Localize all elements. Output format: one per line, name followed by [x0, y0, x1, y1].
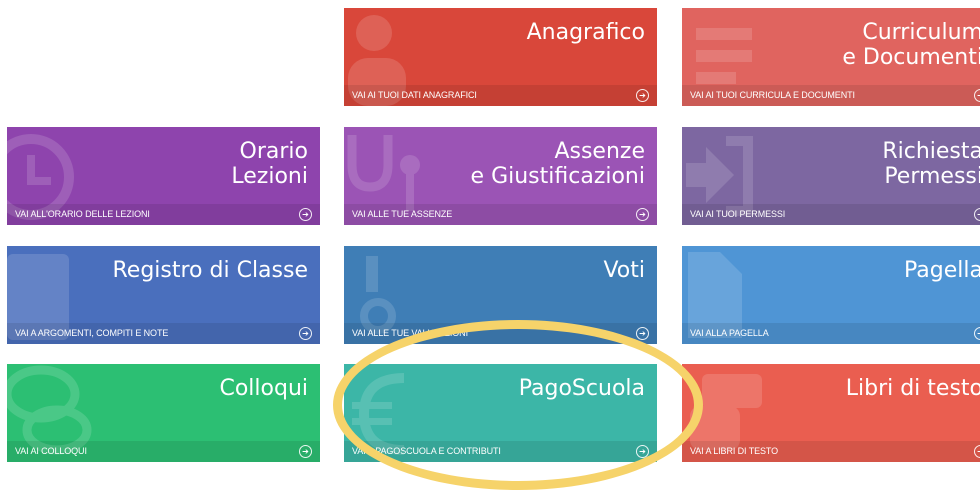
- tile-title: Registro di Classe: [112, 258, 309, 283]
- tile-link[interactable]: VAI ALLE TUE VALUTAZIONI: [344, 323, 657, 344]
- tile-title: Colloqui: [219, 376, 308, 401]
- tile-link[interactable]: VAI AI TUOI PERMESSI: [682, 204, 980, 225]
- arrow-right-circle-icon[interactable]: ➔: [636, 445, 649, 458]
- arrow-right-circle-icon[interactable]: ➔: [299, 445, 312, 458]
- arrow-right-circle-icon[interactable]: ➔: [974, 327, 980, 340]
- tile-registro[interactable]: Registro di Classe VAI A ARGOMENTI, COMP…: [7, 246, 320, 344]
- tile-title: Richiesta Permessi: [882, 139, 980, 189]
- arrow-right-circle-icon[interactable]: ➔: [636, 327, 649, 340]
- tile-link[interactable]: VAI ALLA PAGELLA: [682, 323, 980, 344]
- tile-pagoscuola[interactable]: PagoScuola VAI A PAGOSCUOLA E CONTRIBUTI…: [344, 364, 657, 462]
- tile-link[interactable]: VAI ALL'ORARIO DELLE LEZIONI: [7, 204, 320, 225]
- tile-link[interactable]: VAI ALLE TUE ASSENZE: [344, 204, 657, 225]
- tile-title: Voti: [603, 258, 645, 283]
- tile-title: Assenze e Giustificazioni: [470, 139, 645, 189]
- tile-colloqui[interactable]: Colloqui VAI AI COLLOQUI ➔: [7, 364, 320, 462]
- arrow-right-circle-icon[interactable]: ➔: [299, 208, 312, 221]
- arrow-right-circle-icon[interactable]: ➔: [974, 89, 980, 102]
- arrow-right-circle-icon[interactable]: ➔: [636, 208, 649, 221]
- arrow-right-circle-icon[interactable]: ➔: [974, 208, 980, 221]
- tile-link[interactable]: VAI AI TUOI CURRICULA E DOCUMENTI: [682, 85, 980, 106]
- tile-title: Libri di testo: [845, 376, 980, 401]
- arrow-right-circle-icon[interactable]: ➔: [636, 89, 649, 102]
- tile-link[interactable]: VAI AI TUOI DATI ANAGRAFICI: [344, 85, 657, 106]
- tile-pagella[interactable]: Pagella VAI ALLA PAGELLA ➔: [682, 246, 980, 344]
- tile-permessi[interactable]: Richiesta Permessi VAI AI TUOI PERMESSI …: [682, 127, 980, 225]
- tile-link[interactable]: VAI A ARGOMENTI, COMPITI E NOTE: [7, 323, 320, 344]
- tile-title: Anagrafico: [526, 20, 645, 45]
- tile-libri[interactable]: Libri di testo VAI A LIBRI DI TESTO ➔: [682, 364, 980, 462]
- tile-title: PagoScuola: [518, 376, 645, 401]
- arrow-right-circle-icon[interactable]: ➔: [974, 445, 980, 458]
- tile-voti[interactable]: Voti VAI ALLE TUE VALUTAZIONI ➔: [344, 246, 657, 344]
- tile-anagrafico[interactable]: Anagrafico VAI AI TUOI DATI ANAGRAFICI ➔: [344, 8, 657, 106]
- tile-title: Curriculum e Documenti: [842, 20, 980, 70]
- tile-assenze[interactable]: Assenze e Giustificazioni VAI ALLE TUE A…: [344, 127, 657, 225]
- tile-title: Orario Lezioni: [231, 139, 308, 189]
- tile-orario[interactable]: Orario Lezioni VAI ALL'ORARIO DELLE LEZI…: [7, 127, 320, 225]
- tile-curriculum[interactable]: Curriculum e Documenti VAI AI TUOI CURRI…: [682, 8, 980, 106]
- tile-title: Pagella: [904, 258, 980, 283]
- arrow-right-circle-icon[interactable]: ➔: [299, 327, 312, 340]
